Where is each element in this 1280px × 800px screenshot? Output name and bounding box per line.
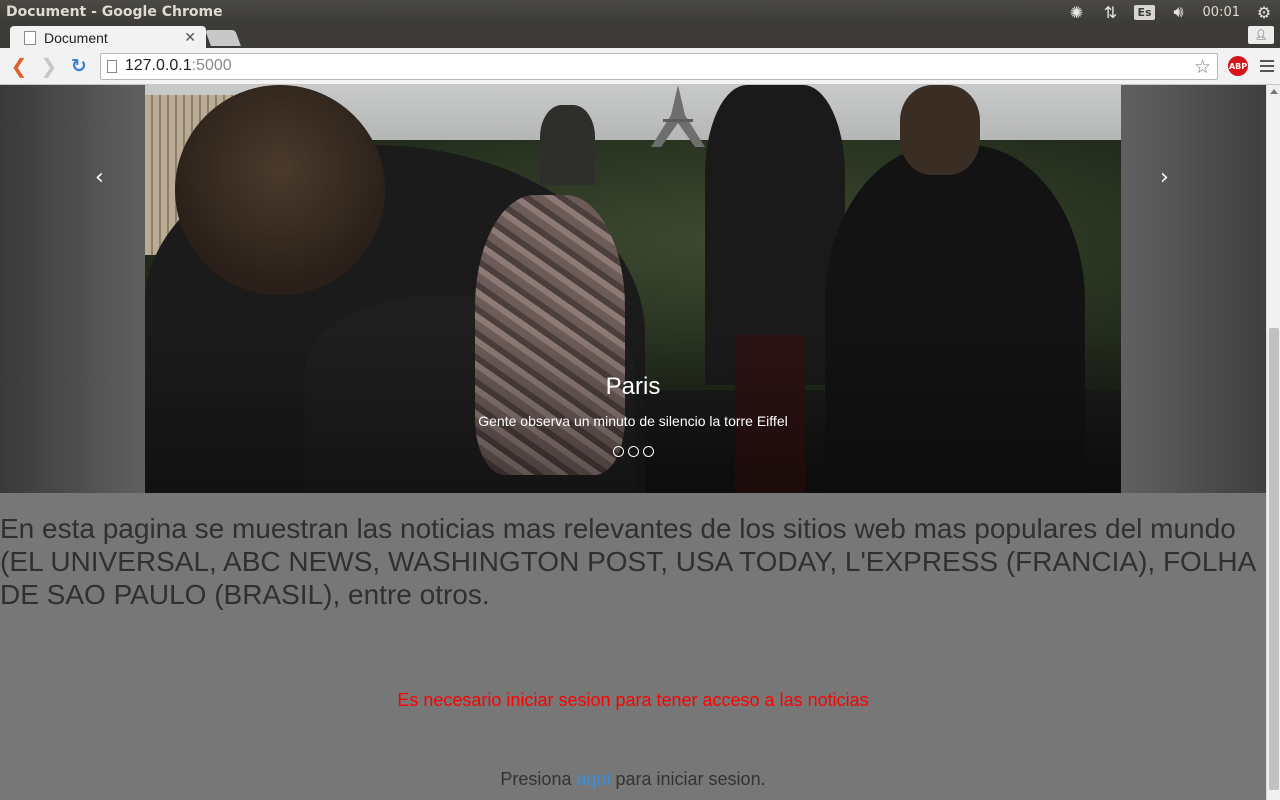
volume-icon[interactable]: 🔊︎ — [1169, 2, 1189, 22]
caption-title: Paris — [605, 373, 661, 400]
forward-button[interactable]: ❯ — [36, 53, 62, 79]
carousel-indicator[interactable] — [627, 446, 639, 457]
carousel-caption: Paris Gente observa un minuto de silenci… — [145, 373, 1121, 429]
page-icon — [24, 31, 36, 45]
window-title: Document - Google Chrome — [6, 4, 223, 20]
address-bar[interactable]: 127.0.0.1:5000 ☆ — [99, 52, 1219, 80]
os-top-panel: Document - Google Chrome ✺ ⇅ Es 🔊︎ 00:01… — [0, 0, 1280, 24]
carousel-indicators — [145, 446, 1121, 457]
news-carousel: ‹ › Paris Gente observa un minuto de sil… — [0, 85, 1266, 493]
url-port: :5000 — [191, 57, 232, 74]
system-tray: ✺ ⇅ Es 🔊︎ 00:01 ⚙ — [1066, 2, 1274, 22]
power-gear-icon[interactable]: ⚙ — [1254, 2, 1274, 22]
bookmark-star-icon[interactable]: ☆ — [1194, 56, 1211, 78]
profile-icon[interactable]: 👤︎ — [1248, 26, 1274, 44]
login-required-alert: Es necesario iniciar sesion para tener a… — [397, 690, 869, 710]
scrollbar-thumb[interactable] — [1269, 328, 1279, 790]
chrome-menu-icon[interactable] — [1260, 60, 1274, 72]
tab-title: Document — [44, 30, 108, 46]
browser-toolbar: ❮ ❯ ↻ 127.0.0.1:5000 ☆ ABP — [0, 48, 1280, 85]
keyboard-language-indicator[interactable]: Es — [1134, 4, 1155, 20]
adblock-plus-icon[interactable]: ABP — [1228, 56, 1249, 76]
tab-strip: Document ✕ 👤︎ — [0, 24, 1280, 50]
login-link[interactable]: aqui — [576, 769, 610, 789]
page-viewport: ‹ › Paris Gente observa un minuto de sil… — [0, 85, 1266, 800]
scroll-up-arrow-icon[interactable] — [1270, 89, 1278, 94]
carousel-next-button[interactable]: › — [1160, 165, 1169, 190]
new-tab-button[interactable] — [205, 30, 241, 46]
url-host: 127.0.0.1 — [124, 57, 192, 74]
close-tab-icon[interactable]: ✕ — [184, 30, 196, 46]
caption-text: Gente observa un minuto de silencio la t… — [478, 413, 788, 429]
intro-text: En esta pagina se muestran las noticias … — [0, 513, 1255, 610]
carousel-slide-image — [145, 85, 1121, 493]
login-prompt: Presiona aqui para iniciar sesion. — [0, 769, 1266, 790]
tab-document[interactable]: Document ✕ — [10, 26, 206, 50]
back-button[interactable]: ❮ — [6, 53, 32, 79]
login-suffix: para iniciar sesion. — [610, 769, 766, 789]
reload-button[interactable]: ↻ — [66, 53, 92, 79]
login-prefix: Presiona — [500, 769, 577, 789]
url-text: 127.0.0.1:5000 — [125, 57, 232, 75]
carousel-prev-button[interactable]: ‹ — [95, 165, 104, 190]
page-info-icon[interactable] — [106, 59, 117, 73]
brightness-icon[interactable]: ✺ — [1066, 2, 1086, 22]
vertical-scrollbar[interactable] — [1266, 85, 1280, 800]
network-arrows-icon[interactable]: ⇅ — [1100, 2, 1120, 22]
clock[interactable]: 00:01 — [1203, 5, 1240, 20]
carousel-indicator[interactable] — [612, 446, 624, 457]
carousel-indicator[interactable] — [642, 446, 654, 457]
